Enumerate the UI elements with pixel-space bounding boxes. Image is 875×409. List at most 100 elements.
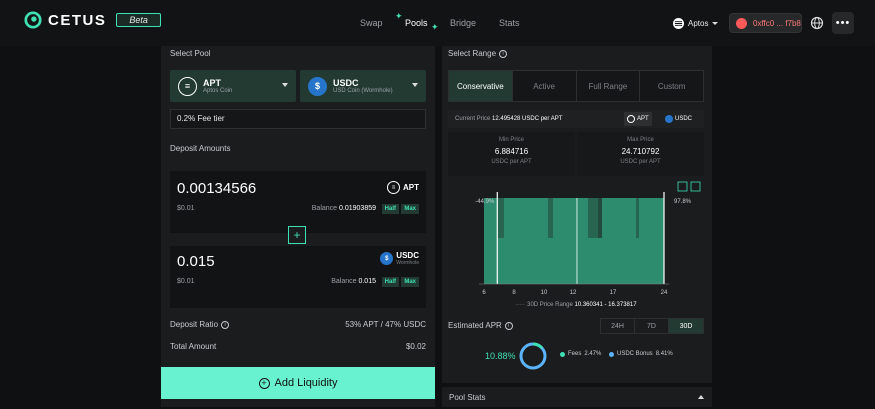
apr-value: 10.88%	[485, 351, 516, 361]
usdc-icon: $	[308, 76, 327, 96]
deposit-ratio-label: Deposit Ratio	[170, 320, 219, 329]
apr-tab-30d[interactable]: 30D	[669, 319, 703, 333]
apt-icon	[627, 115, 635, 123]
wallet-button[interactable]: 0xffc0 ... f7b8	[729, 13, 802, 33]
apr-tab-7d[interactable]: 7D	[635, 319, 669, 333]
liquidity-chart[interactable]: -44.9% 97.8% 6 8 10 12 17 24	[448, 180, 704, 310]
min-price-box: Min Price 6.884716 USDC per APT	[448, 132, 575, 176]
total-amount-row: Total Amount $0.02	[170, 342, 426, 351]
liquidity-card: Select Pool ≡ APT Aptos Coin $ USDC USD Co…	[161, 46, 435, 407]
nav-bridge[interactable]: Bridge	[450, 18, 476, 28]
more-button[interactable]: •••	[832, 12, 854, 34]
liquidity-gap	[598, 198, 602, 238]
info-icon[interactable]: i	[499, 49, 508, 58]
total-amount-label: Total Amount	[170, 342, 217, 351]
logo-text: CETUS	[48, 11, 107, 29]
min-price-label: Min Price	[498, 137, 524, 143]
x-tick-label: 24	[661, 290, 668, 296]
current-price: Current Price 12.495428 USDC per APT APT…	[448, 110, 704, 128]
usdc-icon: $	[380, 252, 394, 265]
sparkle-icon: ✦	[431, 22, 439, 32]
zoom-in-icon[interactable]	[677, 181, 688, 192]
half-button[interactable]: Half	[381, 204, 399, 214]
apr-label: Estimated APR	[448, 321, 502, 330]
select-range-label: Select Range i	[448, 49, 508, 58]
cetus-logo[interactable]: CETUS Beta	[24, 11, 161, 29]
apt-icon: ≡	[178, 76, 197, 96]
info-icon[interactable]: i	[221, 320, 230, 329]
deposit-ratio-row: Deposit Ratio i 53% APT / 47% USDC	[170, 320, 426, 329]
price-toggle-usdc[interactable]: USDC	[662, 112, 695, 126]
balance-value: 0.01903859	[339, 205, 376, 212]
current-price-value: 12.495428 USDC per APT	[492, 116, 563, 122]
fees-label: Fees	[568, 351, 582, 357]
tab-active[interactable]: Active	[513, 71, 577, 101]
apr-tab-24h[interactable]: 24H	[601, 319, 635, 333]
select-range-text: Select Range	[448, 49, 497, 58]
wallet-avatar-icon	[736, 17, 747, 29]
select-pool-label: Select Pool	[170, 49, 211, 58]
chevron-up-icon	[698, 395, 704, 399]
fee-tier[interactable]: 0.2% Fee tier	[170, 109, 426, 129]
toggle-apt-label: APT	[637, 116, 649, 122]
total-amount-value: $0.02	[405, 342, 426, 351]
bonus-legend: USDC Bonus 8.41%	[609, 351, 673, 357]
language-button[interactable]	[808, 14, 826, 32]
nav-pools[interactable]: Pools	[405, 18, 428, 28]
token-b-symbol: USDC	[333, 78, 359, 88]
max-button[interactable]: Max	[401, 277, 419, 287]
token-a-symbol: APT	[203, 78, 221, 88]
chevron-down-icon	[412, 83, 418, 87]
info-icon[interactable]: i	[504, 321, 513, 330]
deposit-a-usd: $0.01	[177, 205, 195, 212]
zoom-out-icon[interactable]	[690, 181, 701, 192]
x-tick-label: 12	[570, 290, 577, 296]
token-a-select[interactable]: ≡ APT Aptos Coin	[170, 70, 296, 102]
liquidity-gap	[498, 198, 504, 238]
balance-value: 0.015	[358, 278, 376, 285]
fees-legend: Fees 2.47%	[560, 351, 601, 357]
sparkle-icon: ✦	[395, 11, 403, 21]
balance-label: Balance	[331, 278, 357, 285]
range-card: Select Range i Conservative Active Full R…	[442, 46, 712, 383]
liquidity-gap	[636, 198, 639, 238]
liquidity-gap	[548, 198, 553, 238]
token-b-name: USD Coin (Wormhole)	[333, 88, 393, 94]
deposit-a-panel[interactable]: 0.00134566 ≡ APT $0.01 Balance 0.01903859…	[170, 171, 426, 233]
apt-icon: ≡	[387, 181, 400, 194]
deposit-b-panel[interactable]: 0.015 $ USDC Wormhole $0.01 Balance 0.015 …	[170, 246, 426, 308]
aptos-icon	[673, 17, 684, 29]
plus-circle-icon: +	[258, 377, 270, 389]
tab-full-range[interactable]: Full Range	[577, 71, 641, 101]
apr-label-row: Estimated APR i	[448, 321, 513, 330]
cetus-logo-icon	[24, 11, 42, 29]
toggle-usdc-label: USDC	[675, 116, 693, 122]
tab-conservative[interactable]: Conservative	[449, 71, 513, 101]
x-tick-label: 10	[541, 290, 548, 296]
tab-custom[interactable]: Custom	[640, 71, 703, 101]
max-price-box: Max Price 24.710792 USDC per APT	[577, 132, 704, 176]
token-a-name: Aptos Coin	[203, 88, 233, 94]
deposit-a-amount[interactable]: 0.00134566	[177, 180, 256, 197]
deposit-b-token-sub: Wormhole	[396, 260, 419, 266]
pool-stats-panel[interactable]: Pool Stats	[442, 387, 712, 407]
max-button[interactable]: Max	[401, 204, 419, 214]
max-price-value: 24.710792	[621, 147, 660, 156]
more-icon: •••	[835, 17, 851, 29]
max-price-label: Max Price	[627, 137, 654, 143]
deposit-a-token: ≡ APT	[387, 181, 419, 194]
token-b-select[interactable]: $ USDC USD Coin (Wormhole)	[300, 70, 426, 102]
range-label: 30D Price Range	[527, 302, 573, 308]
nav-stats[interactable]: Stats	[499, 18, 520, 28]
deposit-b-amount[interactable]: 0.015	[177, 253, 215, 270]
apr-tabs: 24H 7D 30D	[600, 318, 704, 334]
deposit-b-token: $ USDC Wormhole	[380, 251, 419, 266]
half-button[interactable]: Half	[381, 277, 399, 287]
add-liquidity-button[interactable]: + Add Liquidity	[161, 367, 435, 399]
deposit-b-balance: Balance 0.015	[331, 278, 376, 285]
nav-swap[interactable]: Swap	[360, 18, 383, 28]
deposit-b-usd: $0.01	[177, 278, 195, 285]
chain-selector[interactable]: Aptos	[673, 13, 719, 33]
price-toggle-apt[interactable]: APT	[624, 112, 652, 126]
price-range-30d: ----- 30D Price Range 10.360341 - 16.373…	[515, 302, 637, 308]
